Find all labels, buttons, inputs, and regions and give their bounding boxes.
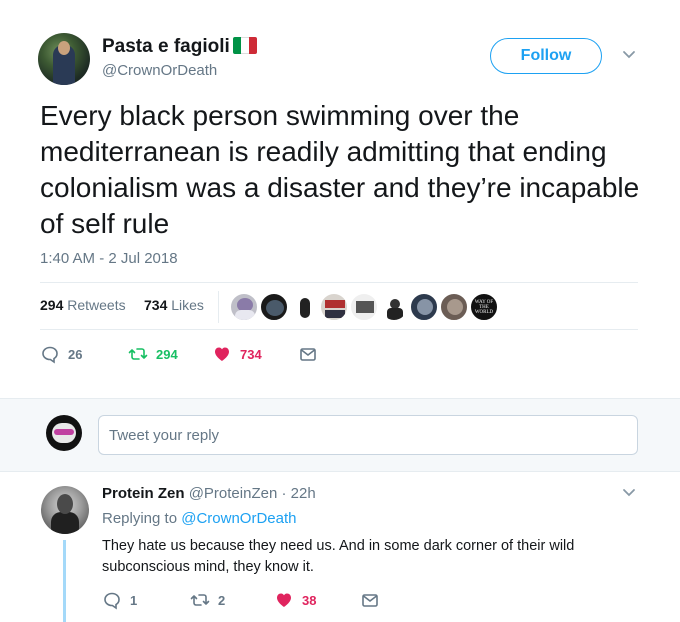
envelope-icon — [300, 348, 316, 361]
liker-avatar[interactable] — [380, 293, 408, 321]
reply-author-name[interactable]: Protein Zen — [102, 485, 185, 502]
likes-count: 734 — [144, 297, 168, 313]
author-display-name[interactable]: Pasta e fagioli — [102, 36, 257, 58]
author-avatar[interactable] — [38, 33, 90, 85]
main-tweet: Pasta e fagioli @CrownOrDeath Follow Eve… — [0, 0, 680, 398]
liker-avatar[interactable] — [350, 293, 378, 321]
current-user-avatar[interactable] — [46, 415, 82, 451]
like-count: 38 — [302, 592, 317, 608]
reply-count: 1 — [130, 592, 138, 608]
liker-badge-text: WAY OF THE WORLD — [474, 300, 494, 315]
reply-action[interactable]: 1 — [102, 590, 137, 610]
liker-avatar[interactable] — [230, 293, 258, 321]
reply-author-avatar[interactable] — [41, 486, 89, 534]
reply-count: 26 — [68, 346, 83, 362]
retweet-action[interactable]: 2 — [190, 590, 225, 610]
reply-icon — [42, 346, 58, 364]
retweet-action[interactable]: 294 — [128, 344, 178, 364]
reply-input[interactable]: Tweet your reply — [98, 415, 638, 455]
reply-text: They hate us because they need us. And i… — [102, 538, 575, 575]
reply-composer: Tweet your reply — [0, 398, 680, 472]
reply-age[interactable]: · 22h — [281, 485, 315, 502]
like-count: 734 — [240, 346, 262, 362]
like-action[interactable]: 734 — [212, 344, 262, 364]
retweets-count: 294 — [40, 297, 64, 313]
retweet-count: 294 — [156, 346, 178, 362]
like-action[interactable]: 38 — [274, 590, 316, 610]
likes-label: Likes — [171, 297, 204, 313]
message-action[interactable] — [298, 344, 326, 364]
envelope-icon — [362, 594, 378, 607]
follow-button[interactable]: Follow — [490, 38, 602, 74]
replying-prefix: Replying to — [102, 510, 178, 527]
replying-to-link[interactable]: @CrownOrDeath — [181, 510, 296, 527]
chevron-down-icon[interactable] — [622, 50, 636, 60]
reply-icon — [104, 592, 120, 610]
replying-to: Replying to @CrownOrDeath — [102, 510, 296, 527]
liker-avatar-way-of-the-world[interactable]: WAY OF THE WORLD — [470, 293, 498, 321]
liker-avatar[interactable] — [260, 293, 288, 321]
stats-divider — [218, 291, 219, 323]
thread-line — [63, 540, 66, 622]
retweets-label: Retweets — [67, 297, 126, 313]
tweet-text: Every black person swimming over the med… — [40, 100, 640, 239]
retweet-icon — [190, 594, 210, 606]
chevron-down-icon[interactable] — [622, 488, 636, 498]
reply-author-line[interactable]: Protein Zen @ProteinZen · 22h — [102, 485, 316, 502]
author-name-text[interactable]: Pasta e fagioli — [102, 36, 230, 57]
retweets-stat[interactable]: 294 Retweets — [40, 297, 126, 313]
tweet-stats: 294 Retweets 734 Likes WAY OF THE WORLD — [40, 282, 638, 330]
author-handle[interactable]: @CrownOrDeath — [102, 62, 217, 79]
reply-tweet: Protein Zen @ProteinZen · 22h Replying t… — [0, 472, 680, 622]
liker-avatar[interactable] — [440, 293, 468, 321]
tweet-actions: 26 294 734 — [40, 344, 340, 366]
liker-avatar[interactable] — [320, 293, 348, 321]
italy-flag-icon — [232, 37, 257, 54]
heart-icon — [215, 347, 229, 361]
reply-author-handle[interactable]: @ProteinZen — [189, 485, 278, 502]
liker-avatar[interactable] — [290, 293, 318, 321]
tweet-timestamp[interactable]: 1:40 AM - 2 Jul 2018 — [40, 250, 178, 267]
likes-stat[interactable]: 734 Likes — [144, 297, 204, 313]
retweet-icon — [128, 348, 148, 360]
reply-actions: 1 2 38 — [102, 590, 402, 612]
message-action[interactable] — [360, 590, 388, 610]
heart-icon — [277, 593, 291, 607]
reply-action[interactable]: 26 — [40, 344, 82, 364]
retweet-count: 2 — [218, 592, 226, 608]
liker-avatar[interactable] — [410, 293, 438, 321]
